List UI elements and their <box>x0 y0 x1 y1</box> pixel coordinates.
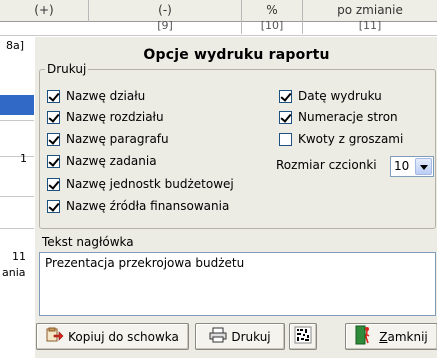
grid-header-cell: (+) <box>0 0 89 22</box>
print-group: Drukuj Nazwę działu Nazwę rozdziału Nazw… <box>39 62 436 229</box>
option-budget-unit-name[interactable]: Nazwę jednostk budżetowej <box>47 176 234 192</box>
copy-to-clipboard-button[interactable]: Kopiuj do schowka <box>36 323 189 350</box>
option-print-date[interactable]: Datę wydruku <box>279 88 382 104</box>
chevron-down-icon[interactable] <box>415 158 432 175</box>
checkbox[interactable] <box>279 89 292 103</box>
option-label: Datę wydruku <box>298 89 382 103</box>
header-text-legend: Tekst nagłówka <box>40 235 136 249</box>
checkbox[interactable] <box>47 154 60 168</box>
printer-icon <box>209 327 227 346</box>
option-label: Nazwę rozdziału <box>66 110 164 124</box>
checkbox[interactable] <box>47 132 60 146</box>
option-label: Nazwę zadania <box>66 154 157 168</box>
grid-divider <box>0 196 34 197</box>
close-button-label-rest: amknij <box>387 329 428 344</box>
checkbox[interactable] <box>279 110 292 124</box>
font-size-select[interactable]: 10 <box>390 156 434 177</box>
option-paragraph-name[interactable]: Nazwę paragrafu <box>47 131 169 147</box>
option-label: Nazwę działu <box>66 89 146 103</box>
close-button-label: Zamknij <box>379 330 428 344</box>
font-size-label: Rozmiar czcionki <box>276 158 377 172</box>
grid-subheader-cell: [10] <box>242 18 303 34</box>
header-text-group: Tekst nagłówka Prezentacja przekrojowa b… <box>35 235 437 317</box>
barcode-button[interactable] <box>289 323 317 350</box>
print-options-dialog: Opcje wydruku raportu Drukuj Nazwę dział… <box>34 36 437 358</box>
option-task-name[interactable]: Nazwę zadania <box>47 153 157 169</box>
grid-row-label: ania <box>2 266 26 279</box>
option-label: Nazwę paragrafu <box>66 132 169 146</box>
barcode-icon <box>294 326 312 347</box>
checkbox[interactable] <box>47 110 60 124</box>
option-label: Kwoty z groszami <box>298 132 404 146</box>
option-label: Numeracje stron <box>298 110 398 124</box>
option-chapter-name[interactable]: Nazwę rozdziału <box>47 109 164 125</box>
door-exit-icon <box>355 325 371 348</box>
grid-subheader: [9] [10] [11] <box>0 18 437 36</box>
copy-button-label: Kopiuj do schowka <box>68 329 179 344</box>
clipboard-arrow-icon <box>46 327 64 346</box>
grid-left-column: 8a] 1 11 ania <box>0 36 34 358</box>
checkbox[interactable] <box>47 177 60 191</box>
grid-subheader-cell: [11] <box>358 19 382 32</box>
print-button-label: Drukuj <box>231 329 271 344</box>
option-funding-source-name[interactable]: Nazwę źródła finansowania <box>47 198 229 214</box>
checkbox[interactable] <box>47 89 60 103</box>
font-size-value: 10 <box>394 159 410 173</box>
option-page-numbering[interactable]: Numeracje stron <box>279 109 398 125</box>
print-group-legend: Drukuj <box>45 62 89 76</box>
option-amounts-with-grosze[interactable]: Kwoty z groszami <box>279 131 403 147</box>
dialog-title: Opcje wydruku raportu <box>143 47 330 63</box>
close-button[interactable]: Zamknij <box>345 323 437 350</box>
print-button[interactable]: Drukuj <box>195 323 285 350</box>
option-label: Nazwę jednostk budżetowej <box>66 177 234 191</box>
checkbox[interactable] <box>47 199 60 213</box>
grid-divider <box>0 228 34 229</box>
header-text-input[interactable]: Prezentacja przekrojowa budżetu <box>39 252 436 316</box>
grid-divider <box>0 120 34 121</box>
option-department-name[interactable]: Nazwę działu <box>47 88 145 104</box>
checkbox[interactable] <box>279 132 292 146</box>
grid-subheader-cell: [9] <box>89 18 242 34</box>
grid-selected-row[interactable] <box>0 95 34 115</box>
option-label: Nazwę źródła finansowania <box>66 199 230 213</box>
